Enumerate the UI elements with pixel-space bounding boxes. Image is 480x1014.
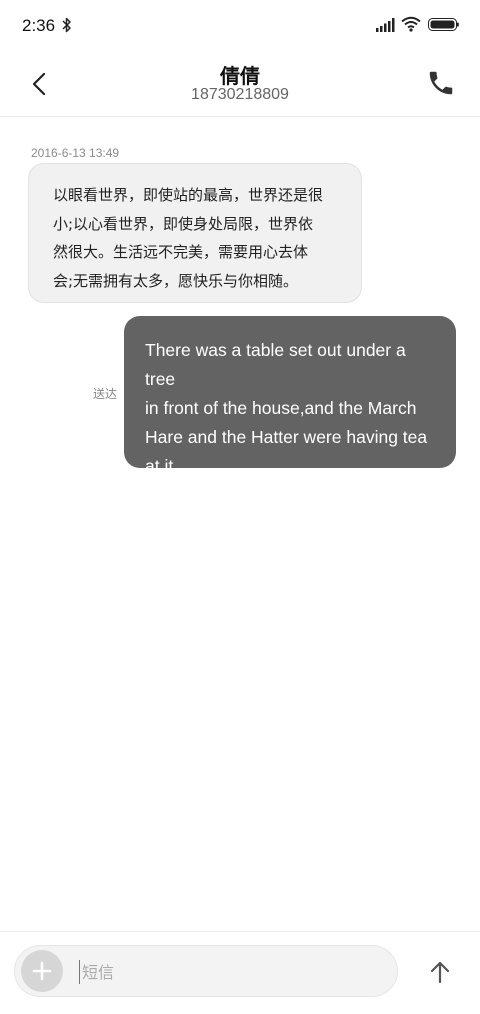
message-input[interactable]: [79, 960, 382, 984]
message-line: Hare and the Hatter were having tea: [145, 427, 428, 447]
message-line: 以眼看世界，即使站的最高，世界还是很: [53, 186, 324, 204]
conversation-header: 倩倩 18730218809: [0, 52, 480, 117]
phone-icon: [429, 71, 453, 95]
delivery-status: 送达: [93, 387, 118, 401]
message-line: in front of the house,and the March: [145, 398, 417, 418]
bluetooth-icon: [62, 17, 71, 33]
wifi-icon: [401, 16, 421, 32]
contact-name: 倩倩: [220, 64, 260, 88]
message-line: at it.: [145, 456, 179, 476]
battery-icon: [428, 18, 459, 31]
message-timestamp: 2016-6-13 13:49: [31, 146, 120, 160]
message-line: 会;无需拥有太多，愿快乐与你相随。: [53, 271, 299, 290]
arrow-up-icon: [430, 961, 450, 984]
input-pill: [14, 945, 398, 997]
plus-icon: [32, 961, 52, 981]
signal-icon: [376, 18, 395, 32]
add-attachment-button[interactable]: [21, 950, 63, 992]
message-composer: [0, 931, 480, 1014]
status-bar: 2:36: [0, 0, 480, 52]
message-line: 小;以心看世界，即使身处局限，世界依: [53, 214, 314, 233]
status-time: 2:36: [22, 16, 56, 35]
outgoing-message-bubble[interactable]: There was a table set out under a tree i…: [124, 316, 456, 476]
call-button[interactable]: [426, 68, 456, 98]
message-line: 然很大。生活远不完美，需要用心去体: [53, 243, 309, 261]
message-line: There was a table set out under a tree: [145, 340, 406, 389]
send-button[interactable]: [426, 958, 454, 986]
contact-number: 18730218809: [191, 86, 289, 103]
incoming-message-bubble[interactable]: 以眼看世界，即使站的最高，世界还是很 小;以心看世界，即使身处局限，世界依 然很…: [28, 163, 362, 303]
